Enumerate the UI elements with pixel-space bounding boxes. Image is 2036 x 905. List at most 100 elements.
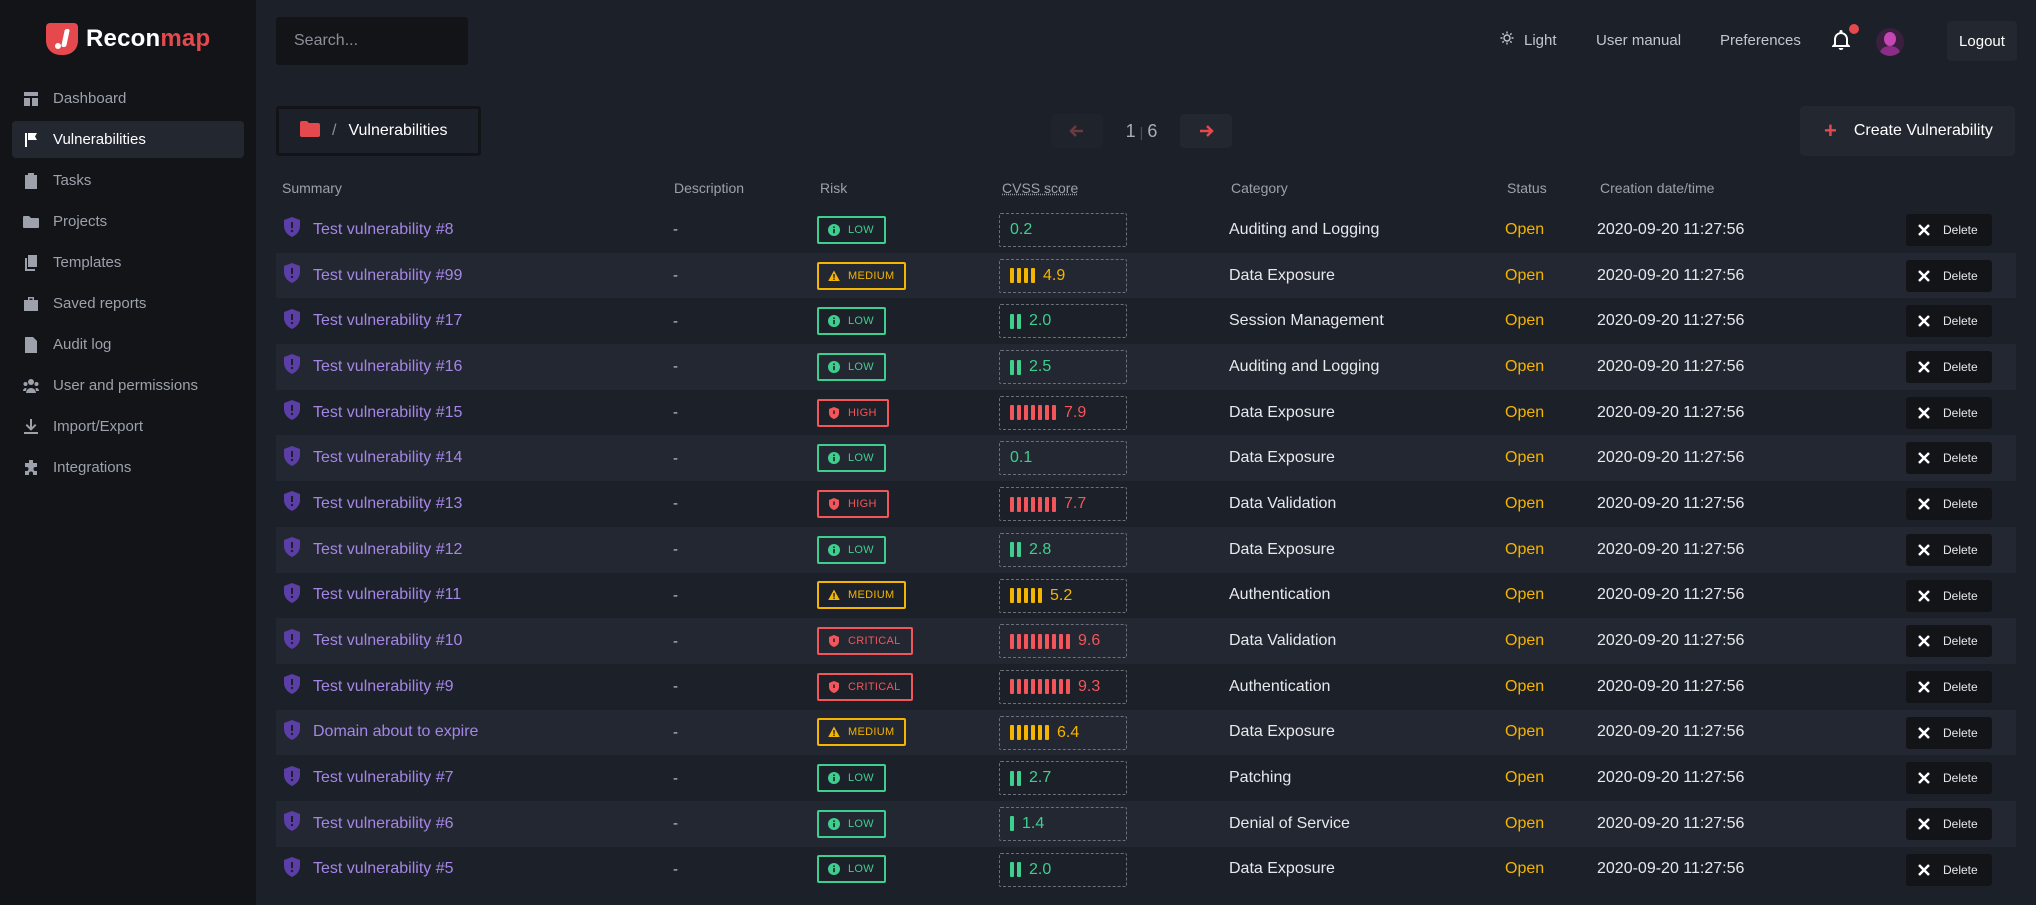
table-row[interactable]: Test vulnerability #13 - HIGH 7.7 Data Valid… [276, 481, 2016, 527]
vulnerability-link[interactable]: Test vulnerability #7 [313, 769, 454, 787]
delete-button[interactable]: Delete [1906, 488, 1992, 521]
vulnerability-summary[interactable]: Test vulnerability #7 [282, 755, 454, 801]
sidebar-item-saved-reports[interactable]: Saved reports [12, 285, 244, 322]
vulnerability-link[interactable]: Test vulnerability #9 [313, 678, 454, 696]
vulnerability-summary[interactable]: Test vulnerability #13 [282, 481, 462, 527]
sidebar-item-vulnerabilities[interactable]: Vulnerabilities [12, 121, 244, 158]
sidebar-item-import-export[interactable]: Import/Export [12, 408, 244, 445]
delete-button[interactable]: Delete [1906, 259, 1992, 292]
vulnerability-summary[interactable]: Test vulnerability #14 [282, 435, 462, 481]
app-logo[interactable]: Reconmap [46, 22, 210, 56]
folder-icon[interactable] [300, 120, 320, 142]
delete-button[interactable]: Delete [1906, 305, 1992, 338]
delete-button[interactable]: Delete [1906, 670, 1992, 703]
vulnerability-summary[interactable]: Test vulnerability #6 [282, 801, 454, 847]
vulnerability-summary[interactable]: Test vulnerability #11 [282, 573, 461, 619]
notification-badge [1849, 24, 1859, 34]
arrow-right-icon [1200, 125, 1214, 137]
table-row[interactable]: Test vulnerability #11 - MEDIUM 5.2 Authenti… [276, 573, 2016, 619]
next-page-button[interactable] [1180, 114, 1232, 148]
delete-button[interactable]: Delete [1906, 442, 1992, 475]
vulnerability-link[interactable]: Test vulnerability #8 [313, 221, 454, 239]
table-row[interactable]: Test vulnerability #15 - HIGH 7.9 Data Expos… [276, 390, 2016, 436]
table-row[interactable]: Test vulnerability #17 - LOW 2.0 Session Man… [276, 298, 2016, 344]
arrow-left-icon [1069, 125, 1083, 137]
vulnerability-link[interactable]: Test vulnerability #16 [313, 358, 462, 376]
creation-date: 2020-09-20 11:27:56 [1597, 586, 1745, 604]
delete-button[interactable]: Delete [1906, 396, 1992, 429]
vulnerability-link[interactable]: Test vulnerability #12 [313, 541, 462, 559]
delete-button[interactable]: Delete [1906, 579, 1992, 612]
sidebar-item-projects[interactable]: Projects [12, 203, 244, 240]
vulnerability-link[interactable]: Test vulnerability #15 [313, 404, 462, 422]
vulnerability-link[interactable]: Test vulnerability #6 [313, 815, 454, 833]
user-avatar[interactable] [1876, 28, 1904, 56]
vulnerability-summary[interactable]: Test vulnerability #8 [282, 207, 454, 253]
creation-date: 2020-09-20 11:27:56 [1597, 540, 1745, 558]
create-vulnerability-button[interactable]: + Create Vulnerability [1800, 106, 2015, 156]
sidebar-item-audit-log[interactable]: Audit log [12, 326, 244, 363]
vulnerability-link[interactable]: Test vulnerability #99 [313, 267, 462, 285]
delete-button[interactable]: Delete [1906, 853, 1992, 886]
vulnerability-summary[interactable]: Test vulnerability #10 [282, 618, 462, 664]
vulnerability-summary[interactable]: Test vulnerability #9 [282, 664, 454, 710]
vulnerability-link[interactable]: Test vulnerability #5 [313, 860, 454, 878]
logo-icon [46, 23, 78, 55]
delete-button[interactable]: Delete [1906, 214, 1992, 246]
sidebar-item-tasks[interactable]: Tasks [12, 162, 244, 199]
vulnerability-description: - [673, 815, 678, 833]
table-row[interactable]: Test vulnerability #9 - CRITICAL 9.3 Authent… [276, 664, 2016, 710]
vulnerability-link[interactable]: Test vulnerability #11 [313, 586, 461, 604]
delete-button[interactable]: Delete [1906, 807, 1992, 840]
search-input[interactable] [276, 17, 468, 65]
table-row[interactable]: Test vulnerability #10 - CRITICAL 9.6 Data V… [276, 618, 2016, 664]
vulnerability-link[interactable]: Test vulnerability #10 [313, 632, 462, 650]
table-row[interactable]: Domain about to expire - MEDIUM 6.4 Data Exp… [276, 709, 2016, 756]
cvss-bar [1010, 862, 1014, 878]
vulnerability-summary[interactable]: Test vulnerability #5 [282, 847, 454, 893]
previous-page-button[interactable] [1051, 114, 1103, 148]
vulnerability-summary[interactable]: Test vulnerability #17 [282, 298, 462, 344]
vulnerability-summary[interactable]: Test vulnerability #99 [282, 253, 462, 299]
creation-date: 2020-09-20 11:27:56 [1597, 403, 1745, 421]
preferences-link[interactable]: Preferences [1720, 32, 1801, 49]
table-row[interactable]: Test vulnerability #7 - LOW 2.7 Patching Open… [276, 755, 2016, 801]
close-icon [1918, 224, 1930, 236]
table-row[interactable]: Test vulnerability #6 - LOW 1.4 Denial of Se… [276, 800, 2016, 847]
sidebar-item-user-and-permissions[interactable]: User and permissions [12, 367, 244, 404]
cvss-value: 1.4 [1022, 814, 1045, 832]
vulnerability-link[interactable]: Test vulnerability #14 [313, 449, 462, 467]
delete-button[interactable]: Delete [1906, 351, 1992, 384]
sidebar-item-integrations[interactable]: Integrations [12, 449, 244, 486]
cvss-score: 2.5 [999, 350, 1127, 385]
delete-button[interactable]: Delete [1906, 762, 1992, 795]
notifications-button[interactable] [1829, 24, 1859, 56]
vulnerability-link[interactable]: Test vulnerability #13 [313, 495, 462, 513]
user-manual-link[interactable]: User manual [1596, 32, 1681, 49]
table-row[interactable]: Test vulnerability #5 - LOW 2.0 Data Exposur… [276, 847, 2016, 893]
delete-button[interactable]: Delete [1906, 533, 1992, 566]
vulnerability-summary[interactable]: Domain about to expire [282, 710, 478, 756]
shield-icon [282, 674, 302, 699]
table-row[interactable]: Test vulnerability #14 - LOW 0.1 Data Exposu… [276, 435, 2016, 482]
sidebar-item-templates[interactable]: Templates [12, 244, 244, 281]
theme-toggle[interactable]: Light [1500, 31, 1557, 49]
table-row[interactable]: Test vulnerability #8 - LOW 0.2 Auditing and… [276, 207, 2016, 253]
table-row[interactable]: Test vulnerability #99 - MEDIUM 4.9 Data Exp… [276, 252, 2016, 299]
vulnerability-summary[interactable]: Test vulnerability #15 [282, 390, 462, 436]
table-row[interactable]: Test vulnerability #16 - LOW 2.5 Auditing an… [276, 344, 2016, 390]
vulnerability-summary[interactable]: Test vulnerability #12 [282, 527, 462, 573]
cvss-bar [1017, 268, 1021, 284]
risk-badge: LOW [817, 764, 886, 793]
vulnerability-link[interactable]: Domain about to expire [313, 723, 478, 741]
vulnerability-link[interactable]: Test vulnerability #17 [313, 312, 462, 330]
delete-button[interactable]: Delete [1906, 625, 1992, 658]
sidebar-item-dashboard[interactable]: Dashboard [12, 80, 244, 117]
risk-label: LOW [848, 315, 874, 328]
vulnerability-summary[interactable]: Test vulnerability #16 [282, 344, 462, 390]
delete-button[interactable]: Delete [1906, 716, 1992, 749]
logout-button[interactable]: Logout [1947, 21, 2017, 61]
table-row[interactable]: Test vulnerability #12 - LOW 2.8 Data Exposu… [276, 526, 2016, 573]
cvss-bar [1038, 496, 1042, 512]
cvss-bar [1031, 679, 1035, 695]
